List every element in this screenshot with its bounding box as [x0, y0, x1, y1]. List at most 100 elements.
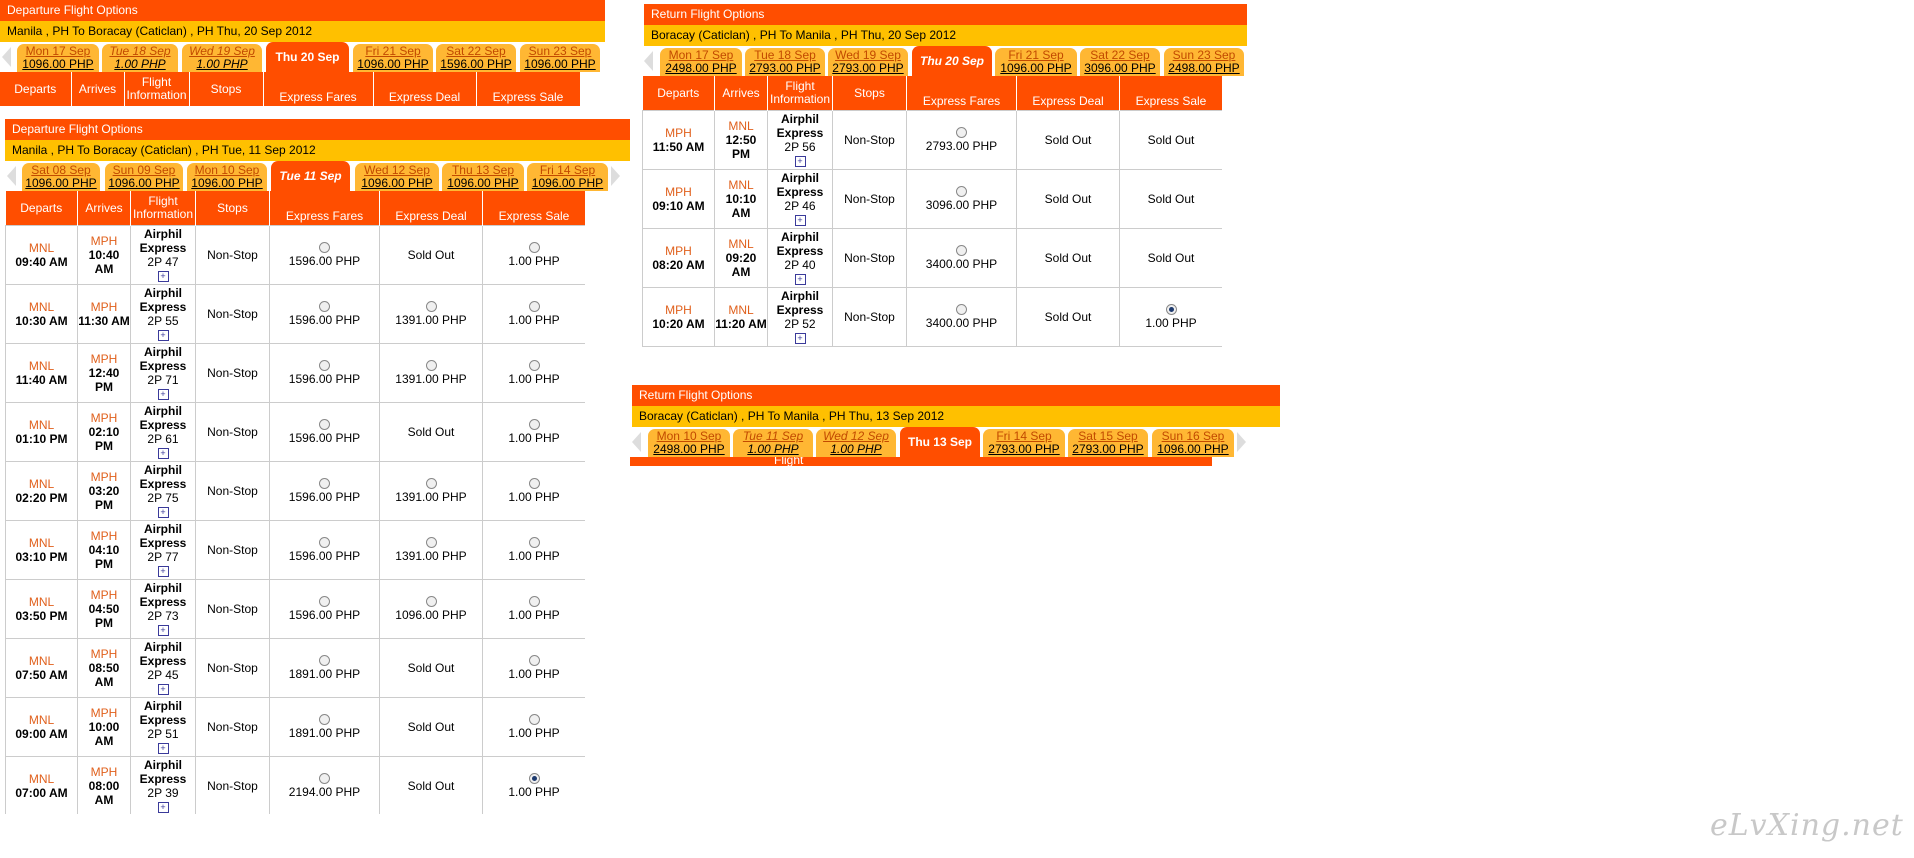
col-departs: Departs: [642, 76, 715, 111]
date-tab[interactable]: Mon 17 Sep 2498.00 PHP: [660, 48, 742, 76]
dep-airport-code: MNL: [28, 536, 55, 550]
date-tab[interactable]: Sat 08 Sep 1096.00 PHP: [22, 163, 100, 191]
flight-info-cell: Airphil Express 2P 56 +: [767, 110, 833, 170]
date-tab[interactable]: Sun 23 Sep 2498.00 PHP: [1164, 48, 1244, 76]
sale-radio[interactable]: [528, 419, 540, 430]
expand-details-icon[interactable]: +: [157, 566, 169, 578]
date-tab[interactable]: Mon 10 Sep 1096.00 PHP: [187, 163, 267, 191]
fare-radio[interactable]: [319, 478, 330, 489]
fare-radio[interactable]: [956, 127, 967, 138]
expand-details-icon[interactable]: +: [157, 330, 169, 342]
sale-radio[interactable]: [528, 478, 540, 489]
fare-radio[interactable]: [319, 655, 330, 666]
deal-price: 1391.00 PHP: [395, 490, 467, 504]
date-tab[interactable]: Tue 11 Sep 1.00 PHP: [733, 429, 813, 457]
expand-details-icon[interactable]: +: [157, 507, 169, 519]
date-tab[interactable]: Fri 14 Sep 1096.00 PHP: [527, 163, 608, 191]
fare-radio[interactable]: [319, 714, 330, 725]
sold-out-label: Sold Out: [407, 661, 455, 675]
fare-radio[interactable]: [319, 301, 330, 312]
prev-dates-arrow-icon[interactable]: [644, 51, 653, 71]
sale-radio[interactable]: [528, 596, 540, 607]
next-dates-arrow-icon[interactable]: [611, 166, 620, 186]
date-tab[interactable]: Wed 12 Sep 1096.00 PHP: [355, 163, 439, 191]
date-tab[interactable]: Wed 19 Sep 1.00 PHP: [182, 44, 262, 72]
date-tab-selected[interactable]: Thu 20 Sep: [266, 42, 349, 74]
date-tab[interactable]: Mon 17 Sep 1096.00 PHP: [17, 44, 99, 72]
date-tab[interactable]: Sun 09 Sep 1096.00 PHP: [105, 163, 183, 191]
date-tab[interactable]: Wed 12 Sep 1.00 PHP: [816, 429, 896, 457]
col-arrives: Arrives: [71, 72, 125, 106]
flight-number: 2P 77: [147, 550, 179, 564]
dep-airport-code: MPH: [665, 185, 692, 199]
date-tab-selected[interactable]: Thu 13 Sep: [900, 427, 980, 459]
date-tab[interactable]: Wed 19 Sep 2793.00 PHP: [828, 48, 908, 76]
date-tab[interactable]: Fri 14 Sep 2793.00 PHP: [983, 429, 1065, 457]
sold-out-label: Sold Out: [1147, 192, 1195, 206]
fare-radio[interactable]: [319, 419, 330, 430]
next-dates-arrow-icon[interactable]: [1237, 432, 1246, 452]
expand-details-icon[interactable]: +: [157, 625, 169, 637]
prev-dates-arrow-icon[interactable]: [7, 166, 16, 186]
expand-details-icon[interactable]: +: [157, 802, 169, 814]
deal-radio[interactable]: [425, 478, 437, 489]
date-tab[interactable]: Sun 16 Sep 1096.00 PHP: [1152, 429, 1234, 457]
expand-details-icon[interactable]: +: [794, 215, 806, 227]
date-tab[interactable]: Sat 15 Sep 2793.00 PHP: [1068, 429, 1148, 457]
fare-radio[interactable]: [319, 773, 330, 784]
date-tab[interactable]: Fri 21 Sep 1096.00 PHP: [353, 44, 433, 72]
flight-info-cell: Airphil Express 2P 46 +: [767, 169, 833, 229]
expand-details-icon[interactable]: +: [157, 684, 169, 696]
express-deal-cell: Sold Out: [1016, 110, 1120, 170]
deal-radio[interactable]: [425, 537, 437, 548]
fare-price: 3400.00 PHP: [925, 316, 998, 330]
date-tab[interactable]: Tue 18 Sep 1.00 PHP: [102, 44, 178, 72]
sale-radio[interactable]: [528, 537, 540, 548]
deal-radio[interactable]: [425, 360, 437, 371]
fare-radio[interactable]: [319, 360, 330, 371]
date-tab-selected[interactable]: Thu 20 Sep: [912, 46, 992, 78]
sale-radio[interactable]: [528, 714, 540, 725]
arr-time: 10:40 AM: [88, 248, 120, 276]
fare-radio[interactable]: [956, 304, 967, 315]
expand-details-icon[interactable]: +: [794, 333, 806, 345]
arr-time: 12:40 PM: [88, 366, 120, 394]
date-tab[interactable]: Mon 10 Sep 2498.00 PHP: [648, 429, 730, 457]
sale-radio[interactable]: [528, 360, 540, 371]
date-tab[interactable]: Fri 21 Sep 1096.00 PHP: [995, 48, 1077, 76]
deal-radio[interactable]: [425, 596, 437, 607]
expand-details-icon[interactable]: +: [157, 389, 169, 401]
express-deal-cell: Sold Out: [379, 225, 483, 285]
fare-radio[interactable]: [319, 242, 330, 253]
fare-radio[interactable]: [319, 537, 330, 548]
sale-price: 1.00 PHP: [508, 372, 560, 386]
prev-dates-arrow-icon[interactable]: [2, 47, 11, 67]
date-tab[interactable]: Tue 18 Sep 2793.00 PHP: [745, 48, 825, 76]
expand-details-icon[interactable]: +: [157, 271, 169, 283]
date-tab-selected[interactable]: Tue 11 Sep: [271, 161, 350, 193]
sale-radio[interactable]: [528, 242, 540, 253]
date-tab[interactable]: Thu 13 Sep 1096.00 PHP: [442, 163, 524, 191]
expand-details-icon[interactable]: +: [794, 156, 806, 168]
date-tab[interactable]: Sat 22 Sep 1596.00 PHP: [436, 44, 516, 72]
expand-details-icon[interactable]: +: [157, 448, 169, 460]
arr-time: 04:10 PM: [88, 543, 120, 571]
sale-radio[interactable]: [1165, 304, 1177, 315]
fare-price: 1596.00 PHP: [288, 313, 361, 327]
deal-radio[interactable]: [425, 301, 437, 312]
departure-panel-sep11: Departure Flight Options Manila , PH To …: [5, 119, 630, 814]
sale-radio[interactable]: [528, 655, 540, 666]
departs-cell: MNL 02:20 PM: [5, 461, 78, 521]
express-sale-cell: 1.00 PHP: [1119, 287, 1222, 347]
fare-radio[interactable]: [956, 186, 967, 197]
date-tab[interactable]: Sun 23 Sep 1096.00 PHP: [520, 44, 600, 72]
date-tab[interactable]: Sat 22 Sep 3096.00 PHP: [1080, 48, 1160, 76]
route-summary: Manila , PH To Boracay (Caticlan) , PH T…: [5, 140, 630, 161]
sale-radio[interactable]: [528, 773, 540, 784]
prev-dates-arrow-icon[interactable]: [632, 432, 641, 452]
expand-details-icon[interactable]: +: [157, 743, 169, 755]
fare-radio[interactable]: [319, 596, 330, 607]
sale-radio[interactable]: [528, 301, 540, 312]
expand-details-icon[interactable]: +: [794, 274, 806, 286]
fare-radio[interactable]: [956, 245, 967, 256]
